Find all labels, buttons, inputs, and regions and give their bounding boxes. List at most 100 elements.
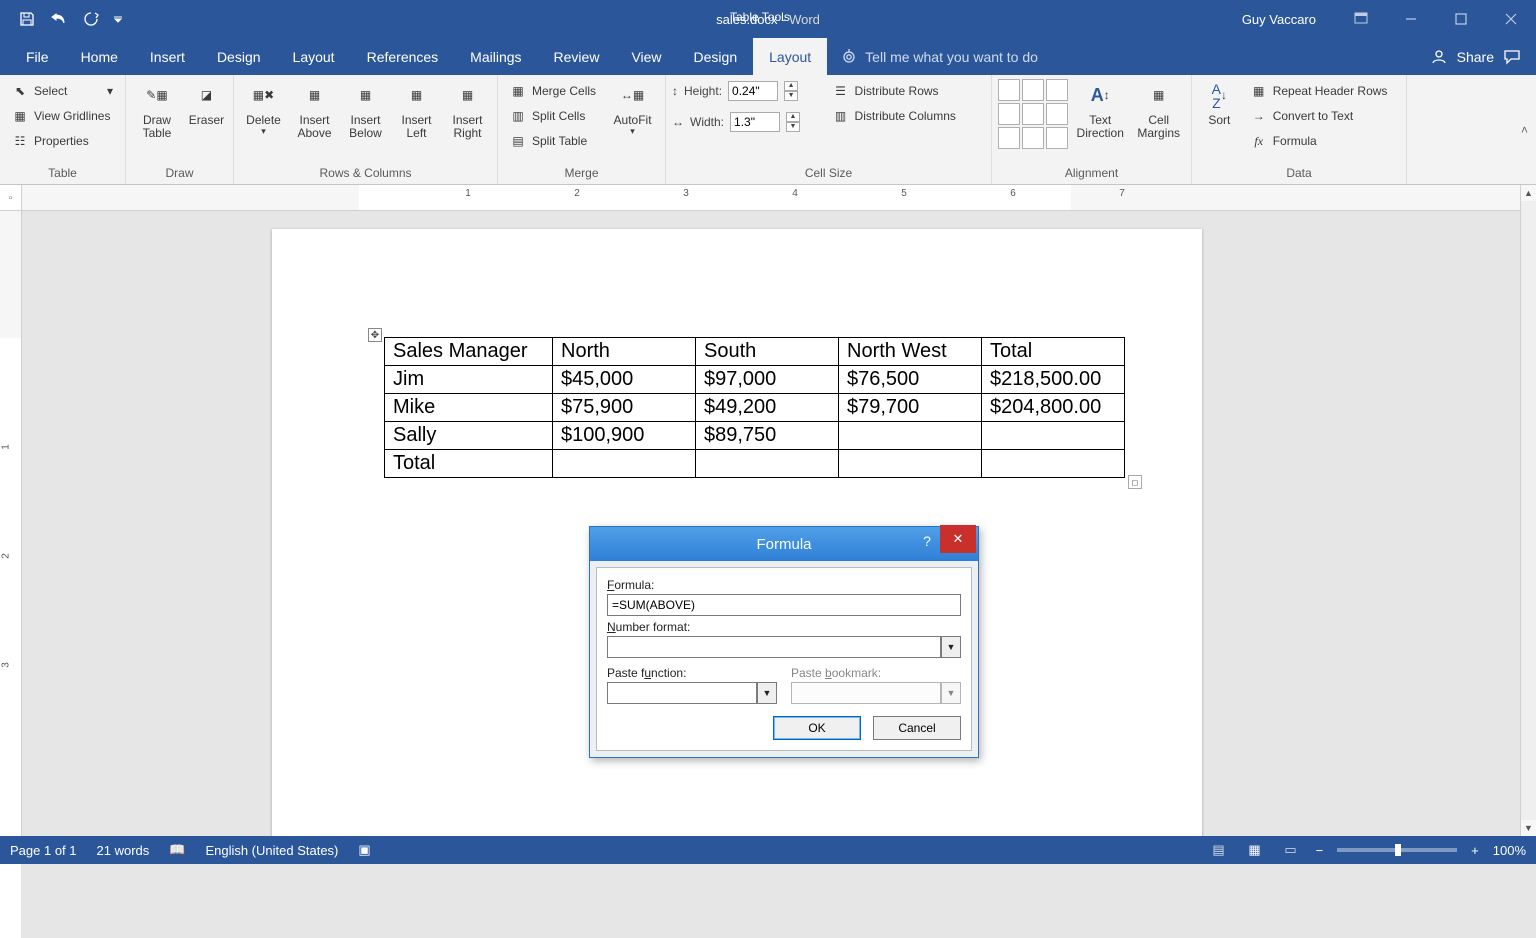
th-south[interactable]: South — [696, 338, 839, 366]
cancel-button[interactable]: Cancel — [873, 716, 961, 740]
undo-icon[interactable] — [48, 8, 70, 30]
width-up[interactable]: ▲ — [786, 112, 800, 122]
tab-insert[interactable]: Insert — [134, 38, 201, 75]
sort-button[interactable]: AZ↓Sort — [1198, 79, 1241, 129]
width-input[interactable] — [730, 112, 780, 132]
macro-icon[interactable]: ▣ — [358, 842, 370, 858]
scroll-down-icon[interactable]: ▼ — [1521, 820, 1536, 836]
collapse-ribbon-icon[interactable]: ˄ — [1521, 123, 1528, 137]
width-down[interactable]: ▼ — [786, 122, 800, 132]
width-label: Width: — [690, 115, 724, 129]
table-resize-handle[interactable]: ◻ — [1128, 475, 1142, 489]
print-layout-icon[interactable]: ▦ — [1244, 841, 1266, 859]
insert-above-button[interactable]: ▦Insert Above — [291, 79, 338, 142]
read-mode-icon[interactable]: ▤ — [1208, 841, 1230, 859]
align-br[interactable] — [1046, 127, 1068, 149]
text-direction-button[interactable]: A↕Text Direction — [1072, 79, 1128, 142]
number-format-input[interactable] — [607, 636, 941, 658]
ruler-corner[interactable]: ▫ — [0, 185, 22, 211]
maximize-icon[interactable] — [1436, 0, 1486, 38]
account-user[interactable]: Guy Vaccaro — [1242, 12, 1316, 27]
comments-icon[interactable] — [1504, 49, 1522, 65]
distribute-rows-button[interactable]: ☰Distribute Rows — [827, 79, 985, 103]
share-button[interactable]: Share — [1457, 49, 1494, 65]
close-icon[interactable] — [1486, 0, 1536, 38]
tab-table-layout[interactable]: Layout — [753, 38, 827, 75]
repeat-header-button[interactable]: ▦Repeat Header Rows — [1245, 79, 1400, 103]
dist-cols-icon: ▥ — [833, 108, 849, 124]
ok-button[interactable]: OK — [773, 716, 861, 740]
tellme-search[interactable]: Tell me what you want to do — [827, 38, 1430, 75]
cell-margins-button[interactable]: ▦Cell Margins — [1132, 79, 1185, 142]
th-salesmgr[interactable]: Sales Manager — [385, 338, 553, 366]
tab-review[interactable]: Review — [538, 38, 616, 75]
autofit-icon: ↔▦ — [616, 81, 650, 111]
table-move-handle[interactable]: ✥ — [368, 328, 382, 342]
align-tl[interactable] — [998, 79, 1020, 101]
vertical-scrollbar[interactable]: ▲ ▼ — [1520, 185, 1536, 836]
qat-customize-icon[interactable] — [112, 8, 124, 30]
ribbon-options-icon[interactable] — [1336, 0, 1386, 38]
proofing-icon[interactable]: 📖 — [169, 842, 185, 858]
web-layout-icon[interactable]: ▭ — [1280, 841, 1302, 859]
dialog-titlebar[interactable]: Formula ? ✕ — [590, 527, 978, 561]
height-down[interactable]: ▼ — [784, 91, 798, 101]
insert-right-button[interactable]: ▦Insert Right — [444, 79, 491, 142]
tab-home[interactable]: Home — [65, 38, 134, 75]
th-north[interactable]: North — [553, 338, 696, 366]
convert-text-button[interactable]: →Convert to Text — [1245, 104, 1400, 128]
sales-table[interactable]: Sales Manager North South North West Tot… — [384, 337, 1125, 478]
align-mr[interactable] — [1046, 103, 1068, 125]
insert-below-button[interactable]: ▦Insert Below — [342, 79, 389, 142]
eraser-button[interactable]: ◪Eraser — [186, 79, 227, 129]
align-bl[interactable] — [998, 127, 1020, 149]
dialog-close-icon[interactable]: ✕ — [940, 525, 976, 553]
paste-function-dropdown-icon[interactable]: ▼ — [757, 682, 777, 704]
tab-references[interactable]: References — [351, 38, 455, 75]
properties-button[interactable]: ☷Properties — [6, 129, 119, 153]
draw-table-button[interactable]: ✎▦Draw Table — [132, 79, 182, 142]
select-button[interactable]: ⬉Select ▾ — [6, 79, 119, 103]
align-tr[interactable] — [1046, 79, 1068, 101]
align-ml[interactable] — [998, 103, 1020, 125]
scroll-up-icon[interactable]: ▲ — [1521, 185, 1536, 201]
zoom-out-icon[interactable]: − — [1316, 843, 1324, 858]
merge-cells-button[interactable]: ▦Merge Cells — [504, 79, 602, 103]
word-count[interactable]: 21 words — [97, 843, 150, 858]
tab-table-design[interactable]: Design — [678, 38, 754, 75]
tab-design[interactable]: Design — [201, 38, 277, 75]
zoom-level[interactable]: 100% — [1493, 843, 1526, 858]
redo-icon[interactable] — [80, 8, 102, 30]
tab-view[interactable]: View — [615, 38, 677, 75]
minimize-icon[interactable] — [1386, 0, 1436, 38]
tab-file[interactable]: File — [10, 38, 65, 75]
tab-mailings[interactable]: Mailings — [454, 38, 537, 75]
page-indicator[interactable]: Page 1 of 1 — [10, 843, 77, 858]
split-table-button[interactable]: ▤Split Table — [504, 129, 602, 153]
align-bc[interactable] — [1022, 127, 1044, 149]
delete-button[interactable]: ▦✖Delete▾ — [240, 79, 287, 139]
save-icon[interactable] — [16, 8, 38, 30]
number-format-dropdown-icon[interactable]: ▼ — [941, 636, 961, 658]
height-input[interactable] — [728, 81, 778, 101]
insert-left-button[interactable]: ▦Insert Left — [393, 79, 440, 142]
autofit-button[interactable]: ↔▦AutoFit▾ — [606, 79, 659, 139]
align-tc[interactable] — [1022, 79, 1044, 101]
formula-button[interactable]: fxFormula — [1245, 129, 1400, 153]
view-gridlines-button[interactable]: ▦View Gridlines — [6, 104, 119, 128]
language-indicator[interactable]: English (United States) — [205, 843, 338, 858]
split-cells-button[interactable]: ▥Split Cells — [504, 104, 602, 128]
formula-input[interactable] — [607, 594, 961, 616]
zoom-slider[interactable] — [1337, 848, 1457, 852]
paste-function-input[interactable] — [607, 682, 757, 704]
dialog-help-icon[interactable]: ? — [912, 527, 942, 555]
height-up[interactable]: ▲ — [784, 81, 798, 91]
distribute-columns-button[interactable]: ▥Distribute Columns — [827, 104, 985, 128]
th-northwest[interactable]: North West — [839, 338, 982, 366]
zoom-in-icon[interactable]: + — [1471, 843, 1479, 858]
horizontal-ruler: ▫ 1234567 — [0, 185, 1536, 211]
th-total[interactable]: Total — [982, 338, 1125, 366]
group-data-label: Data — [1198, 164, 1400, 184]
tab-layout[interactable]: Layout — [277, 38, 351, 75]
align-mc[interactable] — [1022, 103, 1044, 125]
